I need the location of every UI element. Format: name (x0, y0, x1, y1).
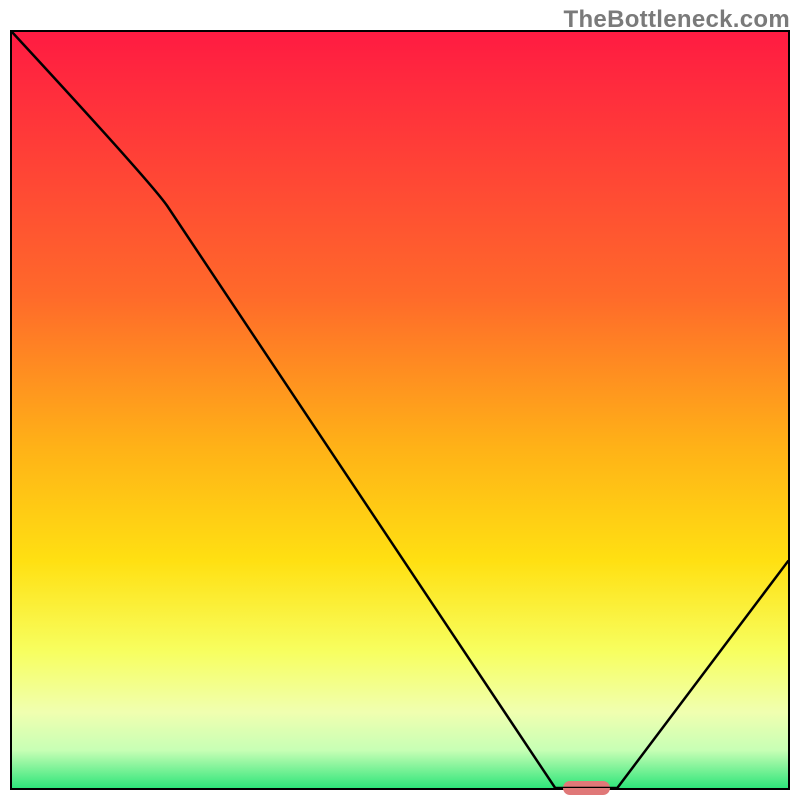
chart-frame (10, 30, 790, 790)
gradient-rect (12, 32, 788, 788)
chart-background (12, 32, 788, 788)
optimal-marker (563, 781, 610, 795)
